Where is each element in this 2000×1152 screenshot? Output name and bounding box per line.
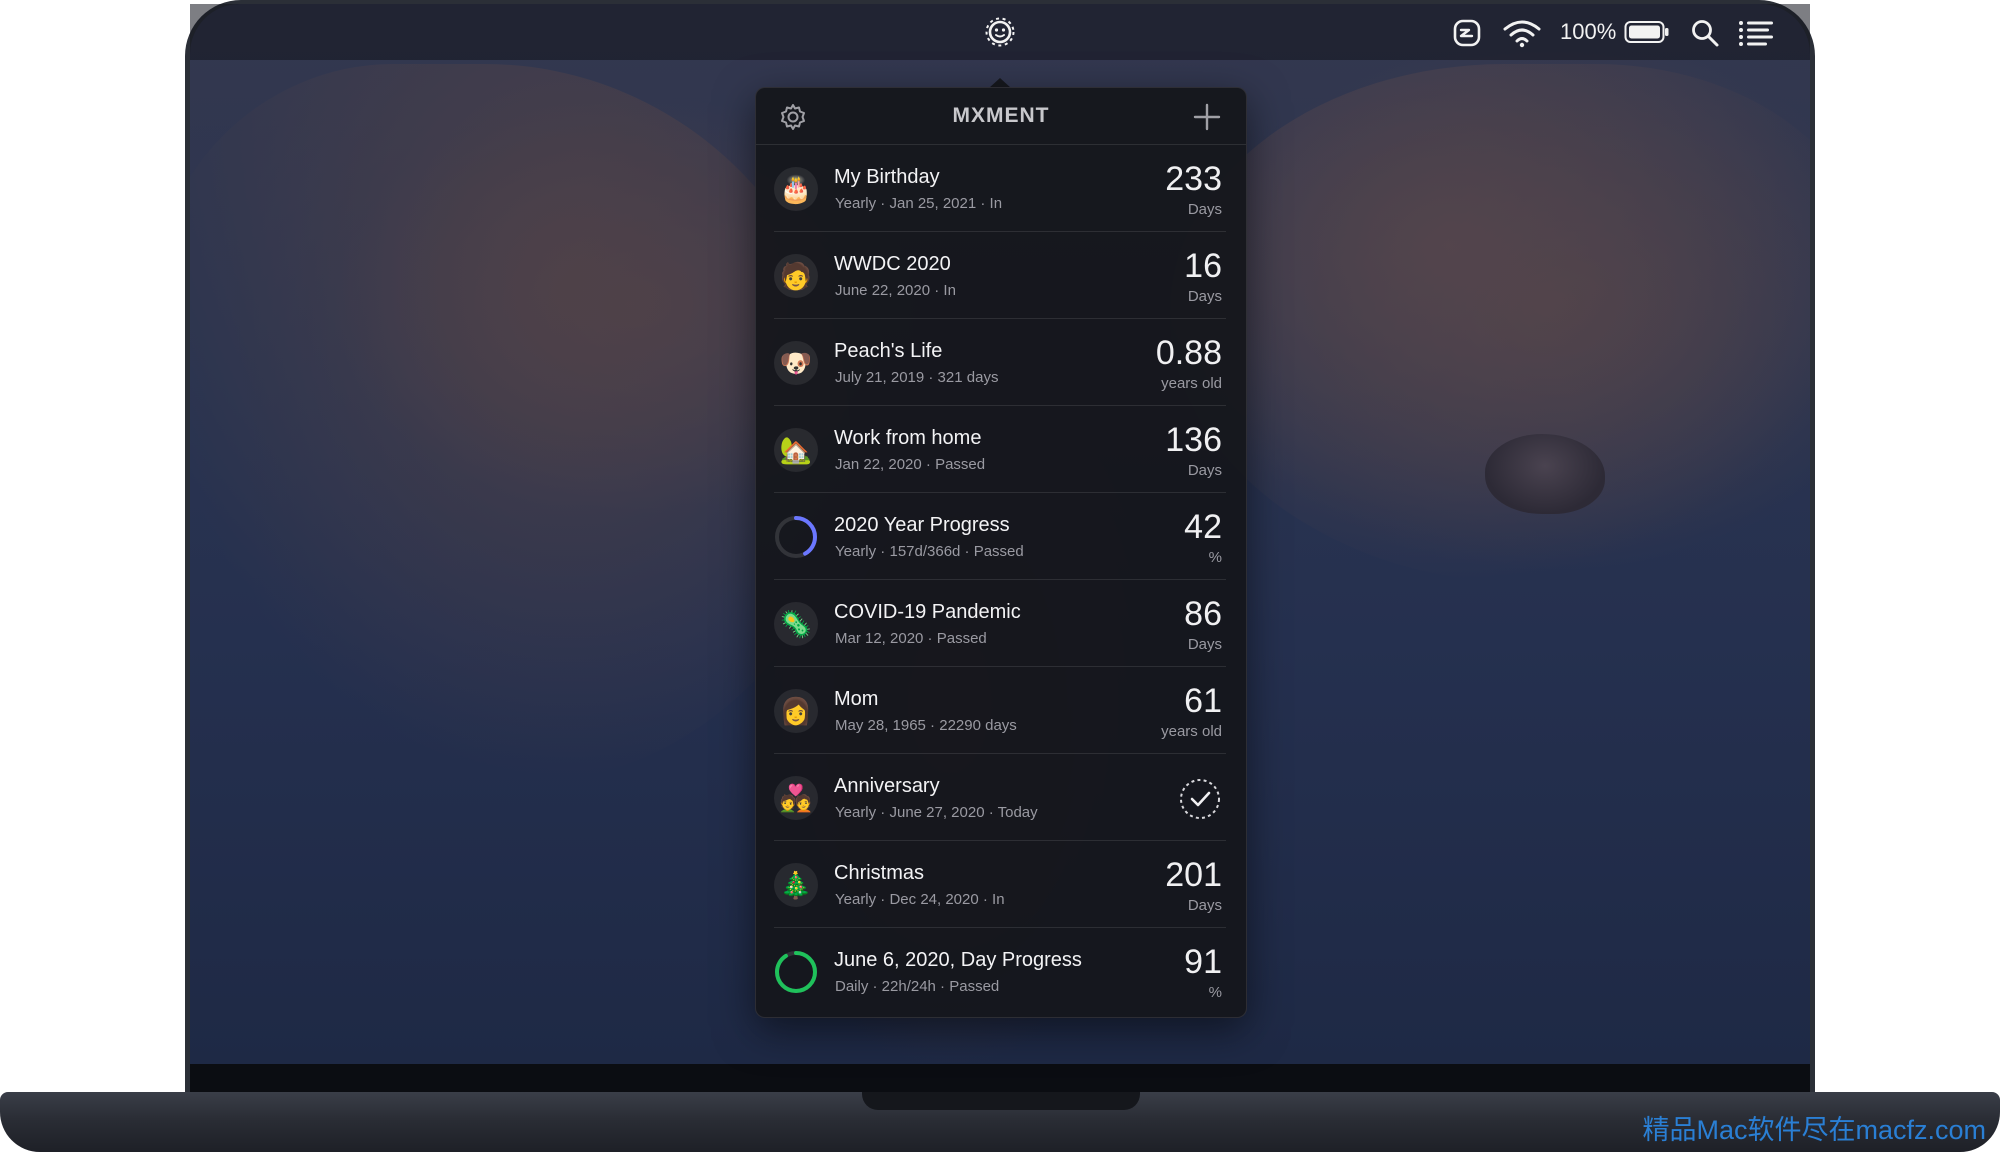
event-subtitle: June 22, 2020 · In	[835, 282, 956, 299]
couple-icon: 💑	[774, 776, 818, 820]
event-title: Anniversary	[834, 775, 940, 797]
laptop-notch	[862, 1092, 1140, 1110]
event-subtitle: Daily · 22h/24h · Passed	[835, 978, 1000, 995]
island-right	[1170, 64, 1810, 584]
event-unit: Days	[1187, 201, 1222, 218]
event-value: 61	[1184, 682, 1222, 720]
event-unit: Days	[1187, 288, 1222, 305]
row-divider	[774, 318, 1226, 319]
app-title: MXMENT	[952, 104, 1050, 127]
mom-avatar-icon: 👩	[774, 689, 818, 733]
event-title: Mom	[834, 688, 879, 710]
row-divider	[774, 927, 1226, 928]
row-divider	[774, 753, 1226, 754]
event-value: 136	[1165, 421, 1222, 459]
event-subtitle: May 28, 1965 · 22290 days	[835, 717, 1017, 734]
event-subtitle: Yearly · 157d/366d · Passed	[835, 543, 1024, 560]
checkmark-icon	[1178, 777, 1222, 826]
event-unit: years old	[1161, 723, 1222, 740]
row-divider	[774, 666, 1226, 667]
event-value: 42	[1184, 508, 1222, 546]
event-subtitle: Yearly · June 27, 2020 · Today	[835, 804, 1038, 821]
event-unit: %	[1208, 549, 1222, 566]
event-row[interactable]: 👩 Mom May 28, 1965 · 22290 days 61 years old	[774, 668, 1226, 754]
event-row[interactable]: 🧑 WWDC 2020 June 22, 2020 · In 16 Days	[774, 233, 1226, 319]
list-icon[interactable]	[1738, 20, 1774, 51]
event-row[interactable]: 🎄 Christmas Yearly · Dec 24, 2020 · In 201 D…	[774, 842, 1226, 928]
row-divider	[774, 840, 1226, 841]
event-value: 86	[1184, 595, 1222, 633]
event-value: 91	[1184, 943, 1222, 981]
virus-icon: 🦠	[774, 602, 818, 646]
event-unit: years old	[1161, 375, 1222, 392]
event-row[interactable]: June 6, 2020, Day Progress Daily · 22h/24…	[774, 929, 1226, 1015]
event-title: Peach's Life	[834, 340, 943, 362]
event-title: Christmas	[834, 862, 925, 884]
event-title: My Birthday	[834, 166, 940, 188]
event-subtitle: Yearly · Jan 25, 2021 · In	[835, 195, 1003, 212]
dog-photo-icon: 🐶	[774, 341, 818, 385]
popover-header: MXMENT	[756, 88, 1246, 145]
event-title: COVID-19 Pandemic	[834, 601, 1021, 623]
cake-icon: 🎂	[774, 167, 818, 211]
wifi-icon[interactable]	[1502, 18, 1542, 53]
house-icon: 🏡	[774, 428, 818, 472]
moment-status-icon[interactable]	[984, 16, 1016, 53]
event-value: 201	[1165, 856, 1222, 894]
island-left	[190, 64, 850, 784]
event-row[interactable]: 💑 Anniversary Yearly · June 27, 2020 · Tod…	[774, 755, 1226, 841]
event-subtitle: Mar 12, 2020 · Passed	[835, 630, 987, 647]
search-icon[interactable]	[1690, 18, 1720, 53]
app-status-icon[interactable]	[1452, 18, 1482, 53]
christmas-tree-icon: 🎄	[774, 863, 818, 907]
event-subtitle: July 21, 2019 · 321 days	[835, 369, 999, 386]
event-title: June 6, 2020, Day Progress	[834, 949, 1082, 971]
progress-ring-icon	[774, 515, 818, 559]
event-row[interactable]: 2020 Year Progress Yearly · 157d/366d · P…	[774, 494, 1226, 580]
event-title: Work from home	[834, 427, 982, 449]
battery-percent: 100%	[1560, 19, 1617, 44]
battery-icon[interactable]	[1624, 20, 1670, 49]
sea-rock	[1485, 434, 1605, 514]
event-value: 0.88	[1155, 334, 1222, 372]
add-event-button[interactable]	[1192, 102, 1222, 132]
event-subtitle: Jan 22, 2020 · Passed	[835, 456, 986, 473]
row-divider	[774, 579, 1226, 580]
wwdc-memoji-icon: 🧑	[774, 254, 818, 298]
moment-popover: MXMENT 🎂 My Birthday Yearly · Jan 25, 2021…	[755, 87, 1247, 1018]
row-divider	[774, 231, 1226, 232]
event-value: 233	[1165, 160, 1222, 198]
event-subtitle: Yearly · Dec 24, 2020 · In	[835, 891, 1005, 908]
event-row[interactable]: 🐶 Peach's Life July 21, 2019 · 321 days 0.8…	[774, 320, 1226, 406]
watermark: 精品Mac软件尽在macfz.com	[1642, 1115, 1986, 1145]
event-title: WWDC 2020	[834, 253, 951, 275]
progress-ring-icon	[774, 950, 818, 994]
event-unit: Days	[1187, 636, 1222, 653]
event-unit: Days	[1187, 462, 1222, 479]
plus-icon	[1193, 103, 1221, 131]
event-unit: %	[1208, 984, 1222, 1001]
event-row[interactable]: 🦠 COVID-19 Pandemic Mar 12, 2020 · Passed 8…	[774, 581, 1226, 667]
row-divider	[774, 492, 1226, 493]
row-divider	[774, 405, 1226, 406]
event-unit: Days	[1187, 897, 1222, 914]
event-value: 16	[1184, 247, 1222, 285]
event-row[interactable]: 🏡 Work from home Jan 22, 2020 · Passed 136 D…	[774, 407, 1226, 493]
event-row[interactable]: 🎂 My Birthday Yearly · Jan 25, 2021 · In 23…	[774, 146, 1226, 232]
event-title: 2020 Year Progress	[834, 514, 1010, 536]
